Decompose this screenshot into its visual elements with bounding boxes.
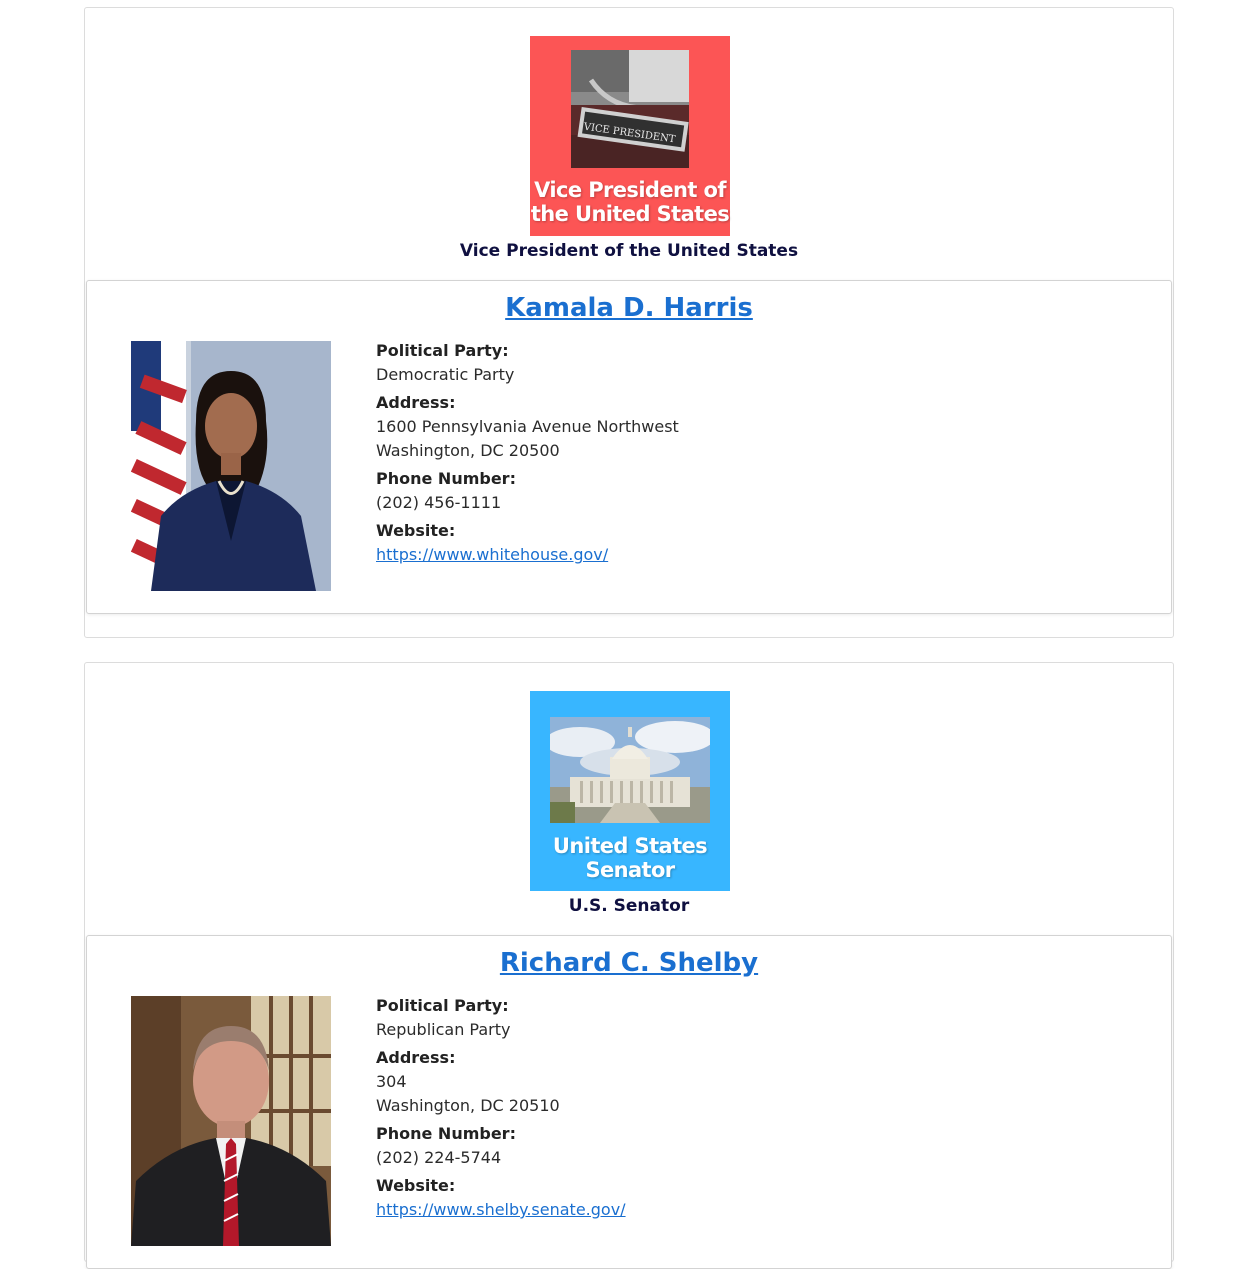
portrait-art	[131, 996, 331, 1246]
official-panel: Richard C. Shelby Political Party: Repub…	[86, 935, 1172, 1269]
address-line-2: Washington, DC 20510	[376, 1096, 560, 1115]
website-link[interactable]: https://www.whitehouse.gov/	[376, 545, 608, 564]
party-label: Political Party:	[376, 341, 509, 360]
party-value: Democratic Party	[376, 365, 515, 384]
phone-label: Phone Number:	[376, 1124, 516, 1143]
address-label: Address:	[376, 1048, 456, 1067]
badge-caption-line: Vice President of	[534, 178, 726, 202]
address-label: Address:	[376, 393, 456, 412]
office-card-vice-president: VICE PRESIDENT Vice President of the Uni…	[84, 7, 1174, 638]
official-portrait	[131, 996, 331, 1246]
official-panel: Kamala D. Harris Political Party: Democr…	[86, 280, 1172, 614]
portrait-art	[131, 341, 331, 591]
office-badge-image: VICE PRESIDENT Vice President of the Uni…	[530, 36, 730, 236]
capitol-photo-art	[550, 717, 710, 823]
website-label: Website:	[376, 521, 456, 540]
address-line-1: 1600 Pennsylvania Avenue Northwest	[376, 417, 679, 436]
badge-caption-line: United States	[552, 834, 708, 858]
capitol-photo	[550, 717, 710, 823]
phone-value: (202) 224-5744	[376, 1148, 502, 1167]
official-name-link[interactable]: Richard C. Shelby	[87, 948, 1171, 978]
office-badge-image: United States Senator	[530, 691, 730, 891]
office-header: VICE PRESIDENT Vice President of the Uni…	[85, 8, 1173, 280]
party-label: Political Party:	[376, 996, 509, 1015]
address-line-2: Washington, DC 20500	[376, 441, 560, 460]
website-label: Website:	[376, 1176, 456, 1195]
office-title: U.S. Senator	[568, 896, 690, 916]
nameplate-photo-art: VICE PRESIDENT	[571, 50, 689, 168]
office-card-senator: United States Senator U.S. Senator Richa…	[84, 662, 1174, 1269]
official-portrait	[131, 341, 331, 591]
phone-label: Phone Number:	[376, 469, 516, 488]
phone-value: (202) 456-1111	[376, 493, 502, 512]
party-value: Republican Party	[376, 1020, 511, 1039]
office-header: United States Senator U.S. Senator	[85, 663, 1173, 935]
badge-caption: Vice President of the United States	[530, 178, 730, 226]
nameplate-photo: VICE PRESIDENT	[571, 50, 689, 168]
official-details: Political Party: Republican Party Addres…	[376, 994, 626, 1222]
official-details: Political Party: Democratic Party Addres…	[376, 339, 679, 567]
badge-caption: United States Senator	[530, 834, 730, 882]
badge-caption-line: the United States	[530, 202, 730, 226]
official-name-link[interactable]: Kamala D. Harris	[87, 293, 1171, 323]
badge-caption-line: Senator	[585, 858, 675, 882]
address-line-1: 304	[376, 1072, 407, 1091]
website-link[interactable]: https://www.shelby.senate.gov/	[376, 1200, 626, 1219]
office-title: Vice President of the United States	[459, 241, 799, 261]
